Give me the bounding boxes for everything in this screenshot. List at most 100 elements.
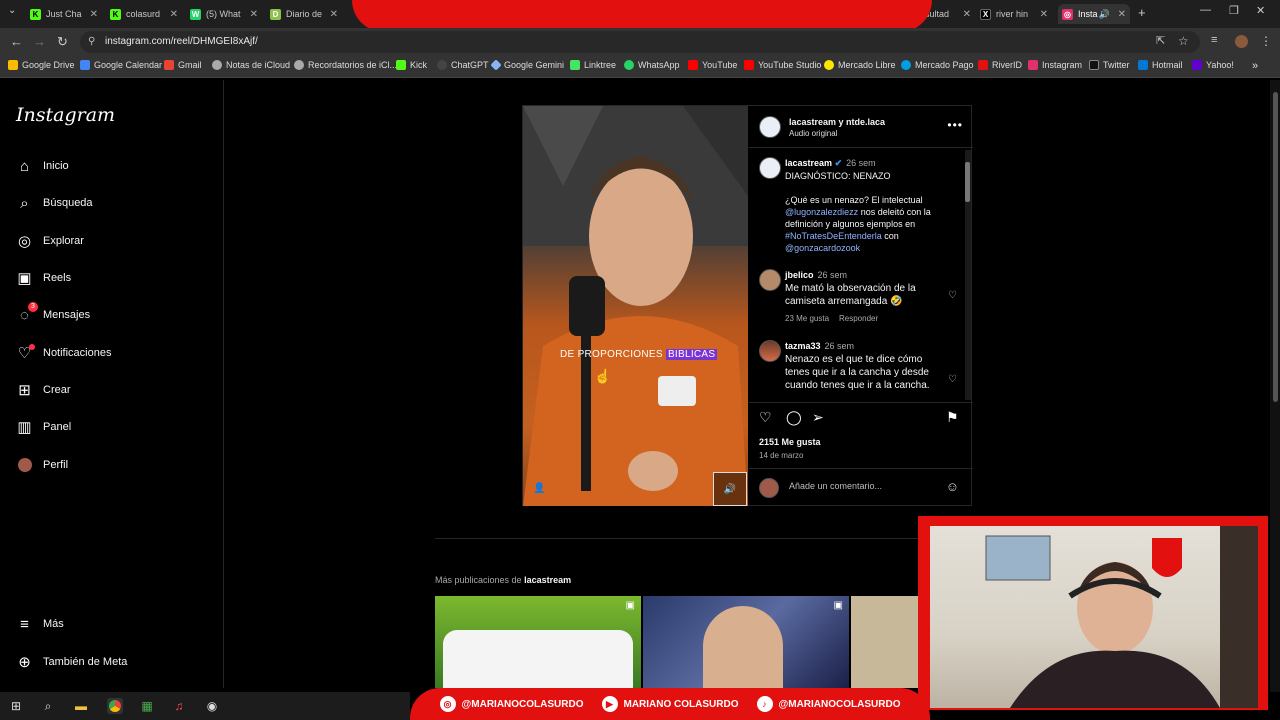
window-close-icon[interactable]: ✕ [1256,4,1265,17]
bookmark-google-calendar[interactable]: Google Calendar [80,60,162,70]
close-icon[interactable]: ✕ [963,9,971,20]
more-posts-user-link[interactable]: lacastream [524,575,571,585]
back-icon[interactable]: ← [10,34,23,49]
commenter-avatar[interactable] [759,340,781,362]
sidebar-item-meta[interactable]: ⊕ También de Meta [16,650,127,674]
bookmark-linktree[interactable]: Linktree [570,60,616,70]
browser-tab-instagram[interactable]: ◎ Insta 🔊 ✕ [1058,4,1130,24]
mute-button[interactable]: 🔊 [713,472,747,506]
bookmark-whatsapp[interactable]: WhatsApp [624,60,680,70]
page-scroll-thumb[interactable] [1273,92,1278,402]
site-info-icon[interactable]: ⚲ [88,31,95,53]
calculator-icon[interactable]: ▦ [139,698,155,714]
save-icon[interactable]: ⚑ [946,409,959,426]
close-icon[interactable]: ✕ [90,9,98,20]
browser-tab-5[interactable]: sultad ✕ [925,4,975,24]
post-author-names[interactable]: lacastream y ntde.laca [789,117,885,127]
bookmark-mercado-libre[interactable]: Mercado Libre [824,60,896,70]
hashtag-link[interactable]: #NoTratesDeEntenderla [785,231,882,241]
bookmark-youtube-studio[interactable]: YouTube Studio [744,60,821,70]
like-comment-icon[interactable]: ♡ [948,374,957,385]
music-app-icon[interactable]: ♫ [171,698,187,714]
close-icon[interactable]: ✕ [1040,9,1048,20]
bookmarks-overflow-icon[interactable]: » [1252,60,1258,72]
comment-likes[interactable]: 23 Me gusta [785,314,829,323]
sidebar-item-panel[interactable]: ▥ Panel [16,415,71,439]
browser-tab-1[interactable]: K Just Cha ✕ [30,4,102,24]
sidebar-item-notificaciones[interactable]: ♡ Notificaciones [16,341,111,365]
browser-tab-4[interactable]: D Diario de ✕ [270,4,342,24]
close-icon[interactable]: ✕ [330,9,338,20]
reel-video[interactable]: DE PROPORCIONES BIBLICAS 👤 🔊 [523,106,748,506]
bookmark-instagram[interactable]: Instagram [1028,60,1082,70]
like-count[interactable]: 2151 Me gusta [759,437,821,447]
sidebar-item-explorar[interactable]: ◎ Explorar [16,229,84,253]
profile-avatar[interactable] [1235,35,1248,48]
more-post-thumbnail[interactable]: ▣ [643,596,849,688]
file-explorer-icon[interactable]: ▬ [73,698,89,714]
maximize-icon[interactable]: ❐ [1229,4,1239,17]
url-bar[interactable]: ⚲ instagram.com/reel/DHMGEI8xAjf/ [80,31,1200,53]
bookmark-gmail[interactable]: Gmail [164,60,202,70]
taskbar-search-icon[interactable]: ⌕ [40,698,56,714]
sidebar-item-busqueda[interactable]: ⌕ Búsqueda [16,191,92,215]
sidebar-item-mensajes[interactable]: ◌ 3 Mensajes [16,301,90,327]
forward-icon[interactable]: → [33,34,46,49]
caption-author-avatar[interactable] [759,157,781,179]
comment-input[interactable] [789,481,939,491]
install-app-icon[interactable]: ⇱ [1156,34,1165,47]
like-comment-icon[interactable]: ♡ [948,290,957,301]
mention-link[interactable]: @gonzacardozook [785,243,860,253]
bookmark-hotmail[interactable]: Hotmail [1138,60,1183,70]
caption-author[interactable]: lacastream ✔ 26 sem [785,158,876,169]
sidebar-item-mas[interactable]: ≡ Más [16,612,64,636]
mention-link[interactable]: @lugonzalezdiezz [785,207,858,217]
tab-search-icon[interactable]: ⌄ [8,5,16,16]
comment-icon[interactable]: ◯ [786,409,802,426]
speaker-icon[interactable]: 🔊 [1099,9,1110,20]
audio-label[interactable]: Audio original [789,129,837,138]
author-avatar[interactable] [759,116,781,138]
instagram-logo[interactable]: Instagram [16,104,115,126]
close-icon[interactable]: ✕ [1118,9,1126,20]
comment-author[interactable]: tazma33 26 sem [785,341,854,351]
media-control-icon[interactable]: ≡ [1211,34,1217,46]
reply-button[interactable]: Responder [839,314,878,323]
minimize-icon[interactable]: — [1200,4,1211,16]
browser-tab-6[interactable]: X river hin ✕ [980,4,1052,24]
bookmark-star-icon[interactable]: ☆ [1178,34,1189,48]
sidebar-item-perfil[interactable]: Perfil [16,453,68,477]
more-post-thumbnail[interactable]: ▣ [435,596,641,688]
bookmark-yahoo[interactable]: Yahoo! [1192,60,1234,70]
chrome-icon[interactable] [107,698,123,714]
comment-author[interactable]: jbelico 26 sem [785,270,847,280]
reload-icon[interactable]: ↻ [57,34,68,50]
obs-icon[interactable]: ◉ [204,698,220,714]
browser-tab-2[interactable]: K colasurd ✕ [110,4,182,24]
browser-tab-3[interactable]: W (5) What ✕ [190,4,262,24]
more-post-thumbnail[interactable] [851,596,919,688]
close-icon[interactable]: ✕ [250,9,258,20]
emoji-icon[interactable]: ☺ [946,479,959,494]
bookmark-notas-icloud[interactable]: Notas de iCloud [212,60,290,70]
commenter-avatar[interactable] [759,269,781,291]
bookmark-youtube[interactable]: YouTube [688,60,737,70]
new-tab-icon[interactable]: + [1138,5,1146,20]
bookmark-kick[interactable]: Kick [396,60,427,70]
sidebar-item-crear[interactable]: ⊞ Crear [16,378,70,402]
sidebar-item-inicio[interactable]: ⌂ Inicio [16,154,69,178]
share-icon[interactable]: ➢ [812,409,824,426]
bookmark-chatgpt[interactable]: ChatGPT [437,60,489,70]
bookmark-recordatorios[interactable]: Recordatorios de iCl... [294,60,397,70]
bookmark-mercado-pago[interactable]: Mercado Pago [901,60,974,70]
bookmark-riverid[interactable]: RiverID [978,60,1022,70]
comments-scroll-thumb[interactable] [965,162,970,202]
sidebar-item-reels[interactable]: ▣ Reels [16,266,71,290]
bookmark-google-drive[interactable]: Google Drive [8,60,75,70]
bookmark-twitter[interactable]: Twitter [1089,60,1130,70]
tagged-user-icon[interactable]: 👤 [533,483,545,494]
bookmark-gemini[interactable]: Google Gemini [490,59,564,71]
close-icon[interactable]: ✕ [170,9,178,20]
windows-start-icon[interactable]: ⊞ [8,698,24,714]
more-options-icon[interactable]: ••• [947,118,963,132]
